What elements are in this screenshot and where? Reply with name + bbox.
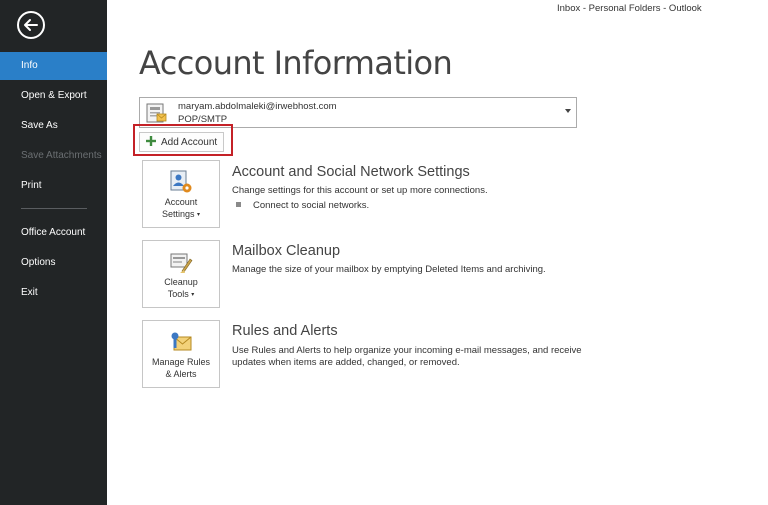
sidebar-item-save-attachments: Save Attachments: [21, 150, 102, 161]
connect-social-networks-link[interactable]: Connect to social networks.: [253, 200, 369, 211]
sidebar-item-office-account[interactable]: Office Account: [0, 219, 107, 247]
cleanup-tools-tile[interactable]: Cleanup Tools ▾: [142, 240, 220, 308]
dropdown-arrow-icon: [565, 109, 571, 113]
mailbox-cleanup-description: Manage the size of your mailbox by empty…: [232, 264, 546, 275]
sidebar-item-save-as[interactable]: Save As: [0, 112, 107, 140]
account-email: maryam.abdolmaleki@irwebhost.com: [178, 101, 337, 112]
cleanup-tools-label: Cleanup Tools ▾: [164, 277, 198, 299]
sidebar-item-print[interactable]: Print: [0, 172, 107, 200]
sidebar-item-open-export[interactable]: Open & Export: [0, 82, 107, 110]
page-title: Account Information: [139, 44, 453, 82]
account-settings-description: Change settings for this account or set …: [232, 185, 488, 196]
rules-alerts-description: Use Rules and Alerts to help organize yo…: [232, 345, 582, 368]
account-settings-title: Account and Social Network Settings: [232, 164, 470, 180]
bullet-icon: [236, 202, 241, 207]
backstage-sidebar: Info Open & Export Save As Save Attachme…: [0, 0, 107, 505]
plus-icon: [146, 136, 156, 146]
account-settings-label: Account Settings ▾: [161, 197, 201, 219]
back-arrow-icon: [17, 11, 45, 39]
cleanup-tools-icon: [170, 253, 193, 273]
rules-alerts-icon: [171, 332, 192, 351]
sidebar-item-exit[interactable]: Exit: [0, 279, 107, 307]
manage-rules-tile[interactable]: Manage Rules & Alerts: [142, 320, 220, 388]
add-account-button[interactable]: Add Account: [139, 132, 224, 152]
back-button[interactable]: [16, 10, 46, 40]
account-settings-tile[interactable]: Account Settings ▾: [142, 160, 220, 228]
sidebar-item-options[interactable]: Options: [0, 249, 107, 277]
account-settings-icon: [170, 170, 192, 193]
sidebar-item-info[interactable]: Info: [0, 52, 107, 80]
rules-alerts-title: Rules and Alerts: [232, 323, 338, 339]
add-account-label: Add Account: [161, 137, 218, 148]
window-title: Inbox - Personal Folders - Outlook: [557, 3, 702, 14]
mailbox-cleanup-title: Mailbox Cleanup: [232, 243, 341, 259]
sidebar-divider: [21, 208, 87, 209]
account-icon: [146, 103, 167, 123]
manage-rules-label: Manage Rules & Alerts: [151, 357, 211, 379]
